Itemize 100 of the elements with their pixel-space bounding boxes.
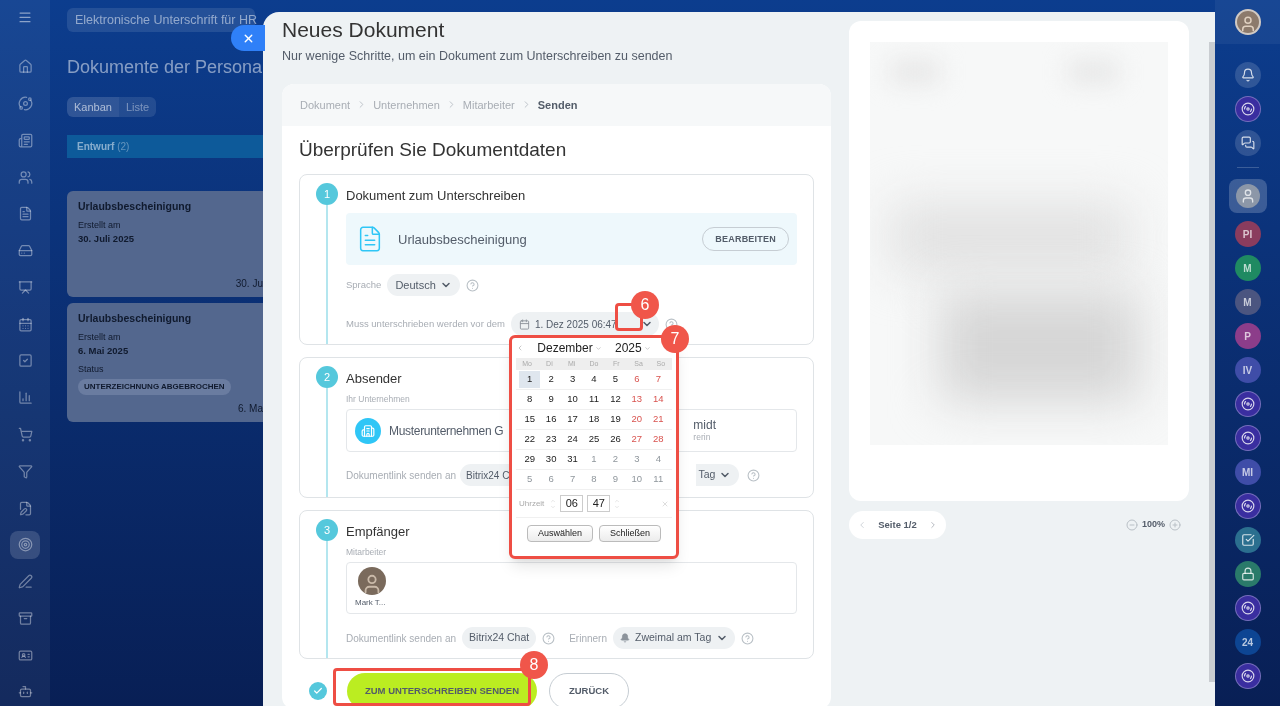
calendar-day[interactable]: 2 (604, 451, 627, 468)
calendar-day[interactable]: 13 (626, 391, 648, 408)
calendar-day[interactable]: 31 (561, 451, 584, 468)
close-calendar-button[interactable]: Schließen (599, 525, 662, 542)
calendar-day[interactable]: 4 (647, 451, 669, 468)
caret-icon (643, 344, 651, 352)
month-dropdown[interactable]: Dezember (537, 339, 602, 357)
calendar-day[interactable]: 6 (626, 371, 648, 388)
calendar-day[interactable]: 1 (519, 371, 541, 388)
channel-button[interactable] (1234, 425, 1261, 451)
calendar-day[interactable]: 25 (583, 431, 605, 448)
section-heading: Überprüfen Sie Dokumentdaten (299, 137, 568, 162)
next-page-icon[interactable] (928, 520, 938, 530)
calendar-day[interactable]: 23 (540, 431, 562, 448)
calendar-day[interactable]: 16 (540, 411, 562, 428)
card-date: 6. Ma (238, 402, 263, 416)
channel-button[interactable] (1234, 663, 1261, 689)
calendar-day[interactable]: 10 (561, 391, 584, 408)
send-button[interactable]: ZUM UNTERSCHREIBEN SENDEN (347, 672, 537, 706)
calendar-day[interactable]: 5 (519, 471, 541, 488)
user-avatar[interactable] (1234, 9, 1261, 35)
calendar-day[interactable]: 8 (583, 471, 605, 488)
cart-icon (17, 427, 33, 442)
bell-icon (1240, 68, 1255, 82)
bell-button[interactable] (1234, 62, 1261, 88)
contact-avatar[interactable]: IV (1234, 357, 1261, 383)
calendar-day[interactable]: 14 (647, 391, 669, 408)
calendar-day[interactable]: 3 (626, 451, 648, 468)
nav-item[interactable] (10, 530, 40, 559)
calendar-day[interactable]: 9 (540, 391, 562, 408)
back-button[interactable]: ZURÜCK (549, 672, 629, 706)
channel-button[interactable] (1234, 391, 1261, 417)
calendar-day[interactable]: 8 (519, 391, 541, 408)
calendar-day[interactable]: 6 (540, 471, 562, 488)
calendar-day[interactable]: 3 (561, 371, 584, 388)
calendar-day[interactable]: 1 (583, 451, 605, 468)
language-dropdown[interactable]: Deutsch (387, 274, 460, 297)
close-button[interactable] (231, 25, 265, 51)
reminder-dropdown[interactable]: Tag (696, 464, 740, 486)
calendar-day[interactable]: 7 (561, 471, 584, 488)
contact-avatar[interactable]: P (1234, 323, 1261, 349)
checkbox-icon (17, 353, 33, 369)
status-label: Status (78, 362, 105, 376)
calendar-day[interactable]: 4 (583, 371, 605, 388)
calendar-day[interactable]: 27 (626, 431, 648, 448)
calendar-day[interactable]: 2 (540, 371, 562, 388)
select-button[interactable]: Auswählen (526, 525, 593, 542)
channel-dropdown[interactable]: Bitrix24 Chat (462, 627, 537, 649)
calendar-day[interactable]: 10 (626, 471, 648, 488)
chat-button[interactable] (1234, 130, 1261, 156)
calendar-day[interactable]: 11 (583, 391, 605, 408)
calendar-day[interactable]: 12 (604, 391, 627, 408)
reminder-dropdown[interactable]: Zweimal am Tag (613, 627, 736, 649)
contact-avatar[interactable]: 24 (1234, 629, 1261, 655)
kanban-card[interactable]: Urlaubsbescheinigung Erstellt am 6. Mai 2025 Status UNTERZEICHNUNG ABGEBROCHEN 6. Ma (67, 303, 263, 422)
calendar-day[interactable]: 20 (626, 411, 648, 428)
calendar-day[interactable]: 30 (540, 451, 562, 468)
contact-avatar[interactable] (1228, 179, 1267, 213)
help-icon[interactable] (465, 278, 479, 292)
robot-icon (17, 684, 33, 700)
help-icon[interactable] (542, 631, 556, 645)
chat-icon (1240, 136, 1255, 150)
calendar-day[interactable]: 22 (519, 431, 541, 448)
calendar-day[interactable]: 15 (519, 411, 541, 428)
calendar-day[interactable]: 24 (561, 431, 584, 448)
search-field[interactable]: Elektronische Unterschrift für HR (67, 8, 255, 32)
minute-field[interactable]: 47 (587, 495, 611, 512)
calendar-day[interactable]: 28 (647, 431, 669, 448)
menu-icon[interactable] (17, 10, 33, 25)
contact-avatar[interactable]: PI (1234, 221, 1261, 247)
channel-dropdown[interactable]: Bitrix24 C (460, 464, 512, 486)
previous-month-icon[interactable] (516, 344, 524, 352)
calendar-day[interactable]: 29 (519, 451, 541, 468)
calendar-day[interactable]: 19 (604, 411, 627, 428)
calendar-day[interactable]: 17 (561, 411, 584, 428)
calendar-day[interactable]: 26 (604, 431, 627, 448)
disc-icon (1240, 102, 1255, 116)
help-icon[interactable] (747, 468, 761, 482)
year-dropdown[interactable]: 2025 (615, 339, 651, 357)
channel-button[interactable] (1234, 96, 1261, 122)
channel-button[interactable] (1234, 595, 1261, 621)
channel-button[interactable] (1234, 493, 1261, 519)
contact-avatar[interactable]: MI (1234, 459, 1261, 485)
calendar-day[interactable]: 5 (604, 371, 627, 388)
deadline-field[interactable]: 1. Dez 2025 06:47 (510, 312, 659, 337)
calendar-day[interactable]: 7 (647, 371, 669, 388)
lock-button[interactable] (1234, 561, 1261, 587)
calendar-day[interactable]: 18 (583, 411, 605, 428)
view-tab[interactable]: Kanban (67, 97, 119, 117)
tasks-button[interactable] (1234, 527, 1261, 553)
drive-icon (17, 243, 33, 259)
column-title: Entwurf (77, 140, 115, 154)
help-icon[interactable] (741, 631, 755, 645)
id-card-icon (17, 647, 33, 663)
checkmark-icon (313, 685, 323, 696)
breadcrumb-step[interactable]: Senden (537, 96, 578, 113)
contact-avatar[interactable]: M (1234, 289, 1261, 315)
calendar-day[interactable]: 21 (647, 411, 669, 428)
status-badge: UNTERZEICHNUNG ABGEBROCHEN (78, 379, 231, 395)
hour-field[interactable]: 06 (560, 495, 584, 512)
